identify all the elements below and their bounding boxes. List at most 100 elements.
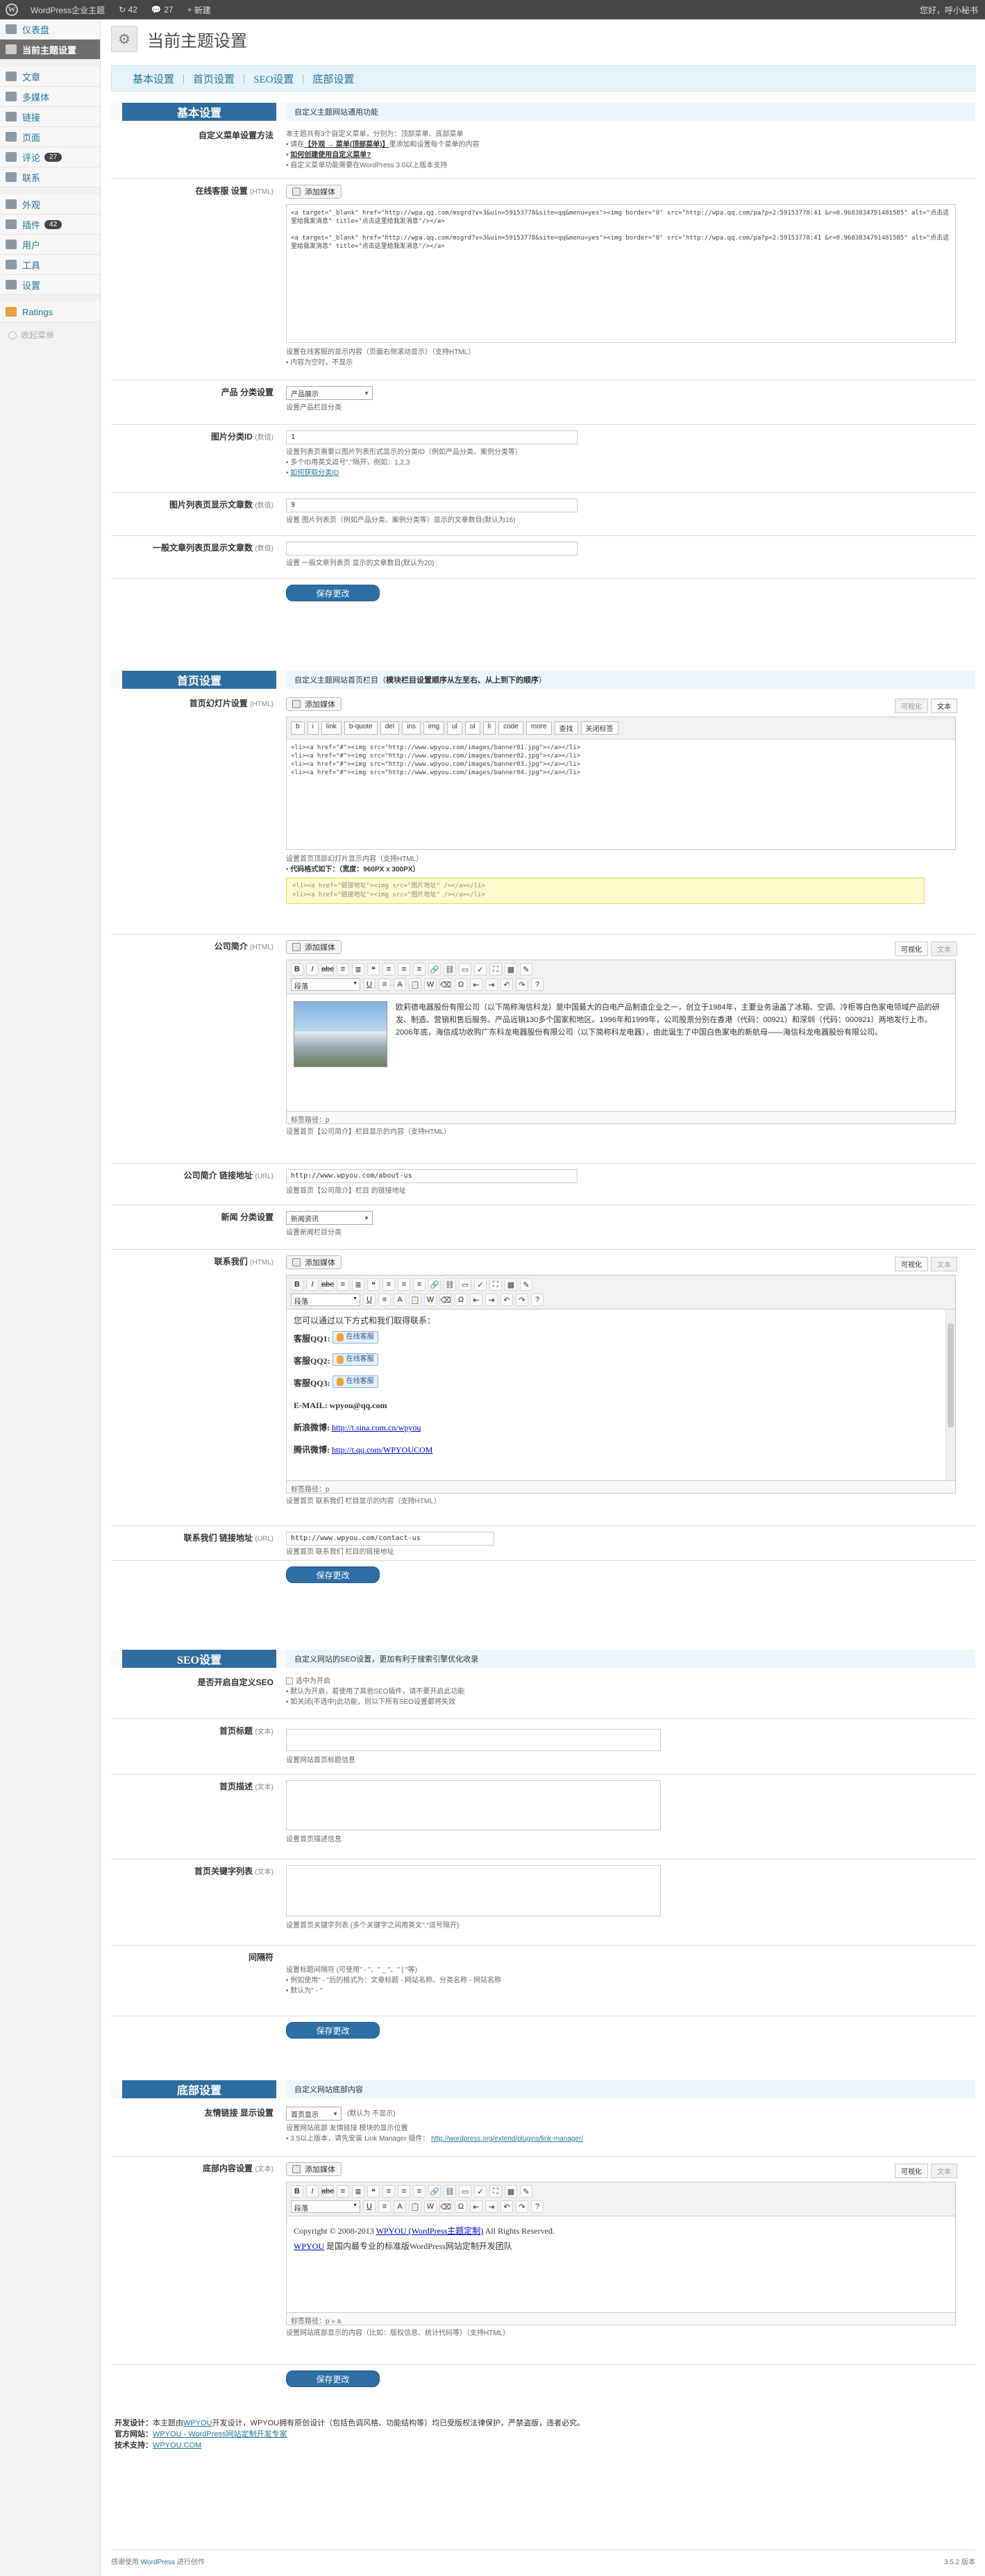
omega-icon[interactable]: Ω: [455, 1294, 467, 1306]
menu-pages[interactable]: 页面: [0, 127, 100, 147]
link-icon[interactable]: 🔗: [428, 2185, 441, 2198]
qq-online-button[interactable]: 在线客服: [332, 1331, 378, 1344]
help-icon[interactable]: ?: [531, 1294, 544, 1306]
nav-home-link[interactable]: 首页设置: [193, 72, 235, 86]
official-site-link[interactable]: WPYOU - WordPress网站定制开发专家: [153, 2430, 287, 2439]
strikethrough-icon[interactable]: abc: [321, 2185, 334, 2198]
paste-text-icon[interactable]: 📋: [409, 2200, 421, 2213]
qt-b[interactable]: b: [291, 721, 305, 735]
footer-editor[interactable]: Copyright © 2008-2013 WPYOU (WordPress主题…: [286, 2216, 956, 2313]
qt-code[interactable]: code: [498, 721, 523, 735]
unlink-icon[interactable]: ⛓: [444, 963, 456, 976]
text-tab[interactable]: 文本: [931, 699, 957, 713]
spellcheck-icon[interactable]: ✓: [474, 963, 487, 976]
add-media-button[interactable]: 添加媒体: [286, 1255, 342, 1269]
clear-format-icon[interactable]: ⌫: [439, 2200, 452, 2213]
menu-dashboard[interactable]: 仪表盘: [0, 19, 100, 40]
omega-icon[interactable]: Ω: [455, 978, 467, 991]
editor-scrollbar[interactable]: [945, 1310, 955, 1480]
qt-link[interactable]: link: [321, 721, 342, 735]
updates-link[interactable]: ↻ 42: [112, 0, 144, 19]
qt-lookup[interactable]: 查找: [554, 721, 578, 735]
more-icon[interactable]: ▭: [459, 963, 471, 976]
justify-icon[interactable]: ≡: [378, 2200, 391, 2213]
align-right-icon[interactable]: ≡: [413, 1278, 426, 1291]
italic-icon[interactable]: I: [306, 963, 319, 976]
format-select[interactable]: 段落: [291, 2200, 360, 2213]
indent-icon[interactable]: ⇥: [485, 1294, 498, 1306]
menu-plugins[interactable]: 插件 42: [0, 215, 100, 235]
footer-save-button[interactable]: 保存更改: [286, 2370, 380, 2387]
pencil-icon[interactable]: ✎: [520, 2185, 532, 2198]
qq-online-button[interactable]: 在线客服: [332, 1375, 378, 1388]
underline-icon[interactable]: U: [363, 2200, 376, 2213]
align-center-icon[interactable]: ≡: [398, 1278, 410, 1291]
howdy-account-link[interactable]: 您好，呼小秘书: [913, 0, 985, 19]
align-right-icon[interactable]: ≡: [413, 963, 426, 976]
comments-link[interactable]: 💬 27: [144, 0, 180, 19]
fullscreen-icon[interactable]: ⛶: [489, 963, 502, 976]
clear-format-icon[interactable]: ⌫: [439, 978, 452, 991]
qt-img[interactable]: img: [423, 721, 445, 735]
redo-icon[interactable]: ↷: [516, 978, 528, 991]
add-media-button[interactable]: 添加媒体: [286, 940, 342, 954]
add-media-button[interactable]: 添加媒体: [286, 185, 342, 199]
outdent-icon[interactable]: ⇤: [470, 978, 482, 991]
add-media-button[interactable]: 添加媒体: [286, 2162, 342, 2176]
text-tab[interactable]: 文本: [931, 942, 957, 956]
paste-text-icon[interactable]: 📋: [409, 1294, 421, 1306]
menu-links[interactable]: 链接: [0, 107, 100, 127]
basic-save-button[interactable]: 保存更改: [286, 585, 380, 601]
wpyou-link[interactable]: WPYOU: [294, 2241, 324, 2251]
unlink-icon[interactable]: ⛓: [444, 2185, 456, 2198]
italic-icon[interactable]: I: [306, 1278, 319, 1291]
qt-ul[interactable]: ul: [447, 721, 462, 735]
justify-icon[interactable]: ≡: [378, 1294, 391, 1306]
help-icon[interactable]: ?: [531, 978, 544, 991]
visual-tab[interactable]: 可视化: [895, 1257, 928, 1271]
format-select[interactable]: 段落: [291, 1294, 360, 1306]
numbered-list-icon[interactable]: ≣: [352, 1278, 364, 1291]
links-select[interactable]: 首页显示: [286, 2107, 342, 2121]
menu-posts[interactable]: 文章: [0, 67, 100, 87]
qt-i[interactable]: i: [307, 721, 319, 735]
unlink-icon[interactable]: ⛓: [444, 1278, 456, 1291]
slider-textarea[interactable]: <li><a href="#"><img src="http://www.wpy…: [286, 739, 956, 850]
image-count-input[interactable]: 9: [286, 499, 578, 512]
paste-word-icon[interactable]: W: [424, 2200, 437, 2213]
paste-word-icon[interactable]: W: [424, 978, 437, 991]
underline-icon[interactable]: U: [363, 978, 376, 991]
sina-link[interactable]: http://t.sina.com.cn/wpyou: [332, 1423, 421, 1432]
text-color-icon[interactable]: A: [394, 978, 406, 991]
qt-del[interactable]: del: [380, 721, 400, 735]
product-category-select[interactable]: 产品展示: [286, 386, 373, 400]
bullet-list-icon[interactable]: ≡: [337, 2185, 349, 2198]
outdent-icon[interactable]: ⇤: [470, 1294, 482, 1306]
qt-more[interactable]: more: [525, 721, 552, 735]
link-icon[interactable]: 🔗: [428, 963, 441, 976]
align-left-icon[interactable]: ≡: [382, 963, 395, 976]
menu-media[interactable]: 多媒体: [0, 87, 100, 107]
seo-enable-checkbox[interactable]: [286, 1678, 293, 1685]
align-left-icon[interactable]: ≡: [382, 2185, 395, 2198]
list-count-input[interactable]: [286, 542, 578, 555]
copyright-link[interactable]: WPYOU (WordPress主题定制): [376, 2226, 484, 2236]
text-color-icon[interactable]: A: [394, 1294, 406, 1306]
menu-contact[interactable]: 联系: [0, 167, 100, 187]
get-category-id-link[interactable]: 如何获取分类ID: [290, 469, 339, 477]
text-color-icon[interactable]: A: [394, 2200, 406, 2213]
visual-tab[interactable]: 可视化: [895, 699, 928, 713]
seo-keywords-textarea[interactable]: [286, 1865, 661, 1916]
outdent-icon[interactable]: ⇤: [470, 2200, 482, 2213]
qt-ol[interactable]: ol: [464, 721, 480, 735]
seo-save-button[interactable]: 保存更改: [286, 2022, 380, 2039]
link-icon[interactable]: 🔗: [428, 1278, 441, 1291]
strikethrough-icon[interactable]: abc: [321, 963, 334, 976]
spellcheck-icon[interactable]: ✓: [474, 2185, 487, 2198]
strikethrough-icon[interactable]: abc: [321, 1278, 334, 1291]
news-category-select[interactable]: 新闻资讯: [286, 1211, 373, 1225]
site-name-link[interactable]: WordPress企业主题: [24, 0, 112, 19]
nav-footer-link[interactable]: 底部设置: [312, 72, 354, 86]
redo-icon[interactable]: ↷: [516, 1294, 528, 1306]
support-link[interactable]: WPYOU.COM: [153, 2441, 201, 2450]
